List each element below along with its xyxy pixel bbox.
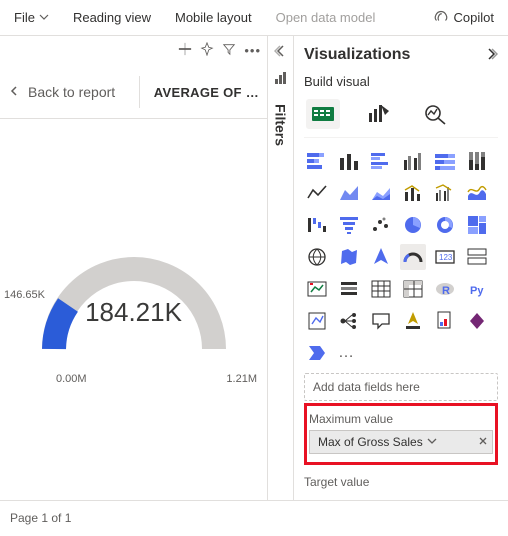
area-chart-icon[interactable] bbox=[336, 180, 362, 206]
power-automate-icon[interactable] bbox=[304, 340, 330, 366]
visual-title: AVERAGE OF … bbox=[139, 76, 259, 108]
mode-tabs bbox=[304, 95, 498, 138]
key-influencers-icon[interactable] bbox=[304, 308, 330, 334]
maximum-value-highlight: Maximum value Max of Gross Sales bbox=[304, 403, 498, 465]
page-indicator: Page 1 of 1 bbox=[10, 511, 71, 525]
filters-pane-collapsed[interactable]: Filters bbox=[268, 36, 294, 500]
r-visual-icon[interactable]: R bbox=[432, 276, 458, 302]
remove-field-icon[interactable] bbox=[478, 435, 488, 449]
build-visual-tab[interactable] bbox=[306, 99, 340, 129]
waterfall-icon[interactable] bbox=[304, 212, 330, 238]
svg-text:Py: Py bbox=[470, 285, 484, 297]
matrix-icon[interactable] bbox=[400, 276, 426, 302]
visual-header-toolbar: ••• bbox=[178, 42, 261, 59]
line-stacked-column-icon[interactable] bbox=[400, 180, 426, 206]
more-options-icon[interactable]: ••• bbox=[244, 43, 261, 58]
table-icon[interactable] bbox=[368, 276, 394, 302]
top-menu-bar: File Reading view Mobile layout Open dat… bbox=[0, 0, 508, 36]
file-label: File bbox=[14, 10, 35, 25]
mobile-layout-label: Mobile layout bbox=[175, 10, 252, 25]
pin-icon[interactable] bbox=[200, 42, 214, 59]
build-visual-label: Build visual bbox=[304, 74, 498, 89]
open-data-model-label: Open data model bbox=[276, 10, 376, 25]
qa-visual-icon[interactable] bbox=[368, 308, 394, 334]
chevron-down-icon[interactable] bbox=[427, 435, 437, 449]
field-name: Max of Gross Sales bbox=[318, 435, 423, 449]
slicer-icon[interactable] bbox=[336, 276, 362, 302]
power-apps-icon[interactable] bbox=[464, 308, 490, 334]
report-canvas: ••• Back to report AVERAGE OF … 146.65K … bbox=[0, 36, 268, 500]
report-header: Back to report AVERAGE OF … bbox=[0, 76, 267, 119]
map-icon[interactable] bbox=[304, 244, 330, 270]
stacked-column-icon[interactable] bbox=[336, 148, 362, 174]
hundred-stacked-bar-icon[interactable] bbox=[432, 148, 458, 174]
gauge-value: 184.21K bbox=[0, 297, 267, 328]
clustered-column-icon[interactable] bbox=[400, 148, 426, 174]
multi-row-card-icon[interactable] bbox=[464, 244, 490, 270]
kpi-icon[interactable] bbox=[304, 276, 330, 302]
chevron-down-icon bbox=[39, 10, 49, 25]
stacked-bar-icon[interactable] bbox=[304, 148, 330, 174]
svg-text:123: 123 bbox=[439, 253, 453, 262]
add-data-placeholder[interactable]: Add data fields here bbox=[304, 373, 498, 401]
copilot-button[interactable]: Copilot bbox=[422, 1, 504, 34]
main-area: ••• Back to report AVERAGE OF … 146.65K … bbox=[0, 36, 508, 500]
treemap-icon[interactable] bbox=[464, 212, 490, 238]
bar-chart-icon bbox=[274, 71, 288, 88]
format-visual-tab[interactable] bbox=[362, 99, 396, 129]
target-value-label: Target value bbox=[304, 475, 498, 489]
gauge-max-label: 1.21M bbox=[226, 373, 257, 385]
reading-view-label: Reading view bbox=[73, 10, 151, 25]
stacked-area-icon[interactable] bbox=[368, 180, 394, 206]
maximum-value-label: Maximum value bbox=[309, 412, 493, 426]
visualizations-pane: Visualizations Build visual bbox=[294, 36, 508, 500]
expand-left-icon[interactable] bbox=[274, 44, 288, 61]
field-wells: Add data fields here Maximum value Max o… bbox=[304, 374, 498, 493]
line-chart-icon[interactable] bbox=[304, 180, 330, 206]
clustered-bar-icon[interactable] bbox=[368, 148, 394, 174]
donut-chart-icon[interactable] bbox=[432, 212, 458, 238]
azure-map-icon[interactable] bbox=[368, 244, 394, 270]
funnel-icon[interactable] bbox=[336, 212, 362, 238]
gauge-visual[interactable]: 146.65K 184.21K 0.00M 1.21M bbox=[0, 239, 267, 409]
filled-map-icon[interactable] bbox=[336, 244, 362, 270]
maximum-value-field[interactable]: Max of Gross Sales bbox=[309, 430, 493, 454]
python-visual-icon[interactable]: Py bbox=[464, 276, 490, 302]
pie-chart-icon[interactable] bbox=[400, 212, 426, 238]
analytics-tab[interactable] bbox=[418, 99, 452, 129]
line-clustered-column-icon[interactable] bbox=[432, 180, 458, 206]
back-arrow-icon[interactable] bbox=[8, 85, 20, 100]
card-icon[interactable]: 123 bbox=[432, 244, 458, 270]
mobile-layout-button[interactable]: Mobile layout bbox=[165, 4, 262, 31]
ribbon-chart-icon[interactable] bbox=[464, 180, 490, 206]
decomposition-tree-icon[interactable] bbox=[336, 308, 362, 334]
back-to-report-link[interactable]: Back to report bbox=[28, 84, 115, 100]
filter-icon[interactable] bbox=[222, 42, 236, 59]
copilot-label: Copilot bbox=[454, 10, 494, 25]
visual-type-grid: 123 R Py bbox=[304, 148, 498, 334]
scatter-icon[interactable] bbox=[368, 212, 394, 238]
svg-text:R: R bbox=[442, 285, 450, 297]
gauge-icon[interactable] bbox=[400, 244, 426, 270]
open-data-model-button: Open data model bbox=[266, 4, 386, 31]
gauge-min-label: 0.00M bbox=[56, 373, 87, 385]
filters-label: Filters bbox=[273, 104, 289, 146]
visualizations-title: Visualizations bbox=[304, 46, 410, 64]
smart-narrative-icon[interactable] bbox=[400, 308, 426, 334]
more-visuals-button[interactable]: … bbox=[338, 344, 354, 362]
status-bar: Page 1 of 1 bbox=[0, 500, 508, 534]
reading-view-button[interactable]: Reading view bbox=[63, 4, 161, 31]
hundred-stacked-column-icon[interactable] bbox=[464, 148, 490, 174]
drill-mode-icon[interactable] bbox=[178, 42, 192, 59]
paginated-report-icon[interactable] bbox=[432, 308, 458, 334]
collapse-right-icon[interactable] bbox=[484, 47, 498, 64]
file-menu[interactable]: File bbox=[4, 4, 59, 31]
copilot-icon bbox=[432, 7, 450, 28]
